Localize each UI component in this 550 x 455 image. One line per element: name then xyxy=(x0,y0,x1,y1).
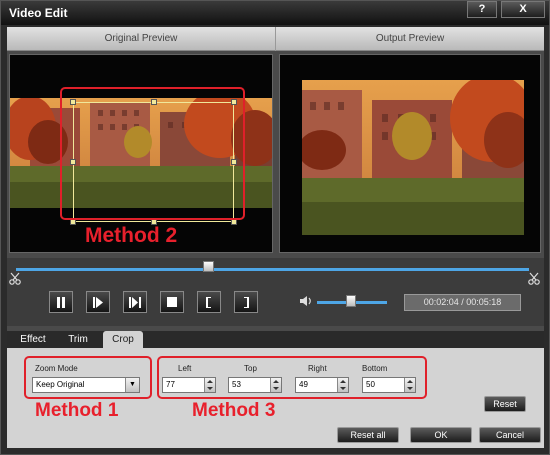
window-title: Video Edit xyxy=(9,6,68,20)
video-edit-window: Video Edit ? X Original Preview Output P… xyxy=(0,0,550,455)
timeline-track[interactable] xyxy=(16,268,529,271)
output-video-frame xyxy=(302,80,524,235)
set-end-button[interactable] xyxy=(234,291,258,313)
reset-button[interactable]: Reset xyxy=(484,396,526,412)
method1-label: Method 1 xyxy=(35,400,119,421)
output-preview-pane xyxy=(279,54,541,253)
original-preview-pane: Method 2 xyxy=(9,54,273,253)
title-bar[interactable]: Video Edit ? X xyxy=(1,1,549,25)
time-display: 00:02:04 / 00:05:18 xyxy=(404,294,521,311)
timeline-thumb[interactable] xyxy=(203,261,214,272)
help-button[interactable]: ? xyxy=(467,1,497,18)
pause-icon xyxy=(57,297,65,308)
method1-highlight xyxy=(24,356,152,399)
method3-highlight xyxy=(157,356,427,399)
tab-crop[interactable]: Crop xyxy=(103,331,143,348)
step-forward-icon xyxy=(129,297,141,308)
tab-effect[interactable]: Effect xyxy=(15,331,51,348)
edit-tabs: Effect Trim Crop xyxy=(7,331,544,348)
preview-header: Original Preview Output Preview xyxy=(7,27,544,51)
scissors-right-icon[interactable] xyxy=(528,272,540,286)
method2-highlight xyxy=(60,87,245,220)
play-button[interactable] xyxy=(86,291,110,313)
original-preview-label: Original Preview xyxy=(104,33,178,44)
playback-controls: 00:02:04 / 00:05:18 xyxy=(7,258,544,326)
play-icon xyxy=(93,297,103,308)
volume-slider-thumb[interactable] xyxy=(346,295,356,307)
ok-button[interactable]: OK xyxy=(410,427,472,443)
set-start-button[interactable] xyxy=(197,291,221,313)
method2-label: Method 2 xyxy=(85,224,178,247)
scissors-left-icon[interactable] xyxy=(9,272,21,286)
next-frame-button[interactable] xyxy=(123,291,147,313)
method3-label: Method 3 xyxy=(192,400,276,421)
pause-button[interactable] xyxy=(49,291,73,313)
bracket-right-icon xyxy=(244,297,249,308)
stop-icon xyxy=(167,297,177,307)
cancel-button[interactable]: Cancel xyxy=(479,427,541,443)
close-button[interactable]: X xyxy=(501,1,545,18)
reset-all-button[interactable]: Reset all xyxy=(337,427,399,443)
output-preview-label: Output Preview xyxy=(375,33,445,44)
crop-panel: Zoom Mode Keep Original ▼ Left 77 Top 53… xyxy=(7,348,544,448)
dialog-content: Original Preview Output Preview Method 2… xyxy=(7,27,544,448)
tab-trim[interactable]: Trim xyxy=(61,331,95,348)
volume-icon[interactable] xyxy=(298,293,314,309)
stop-button[interactable] xyxy=(160,291,184,313)
bracket-left-icon xyxy=(206,297,211,308)
